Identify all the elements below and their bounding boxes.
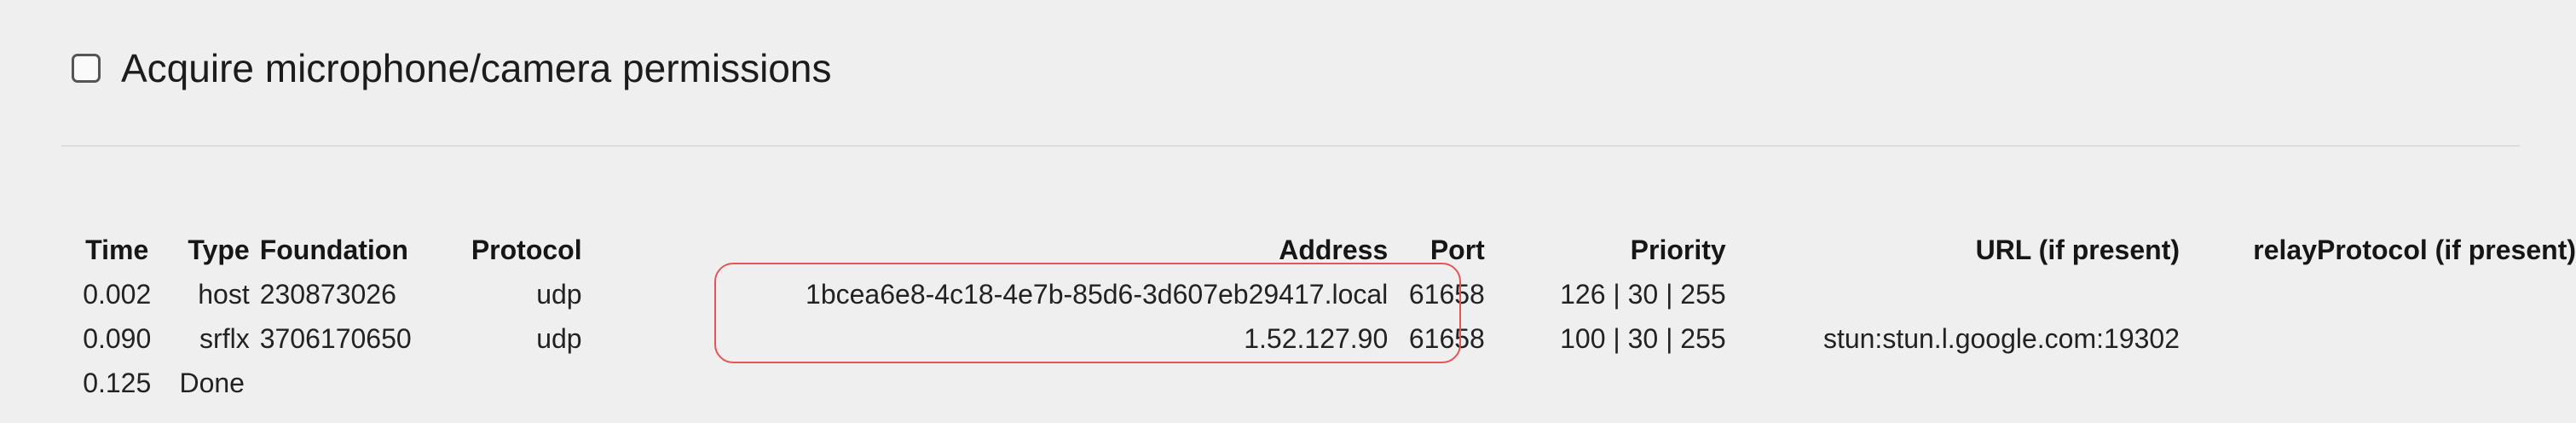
header-url: URL (if present) <box>1975 235 2180 265</box>
cell-time: 0.125 <box>83 368 152 398</box>
table-row: 0.090 srflx 3706170650 udp 1.52.127.90 6… <box>72 316 2576 361</box>
cell-relay-protocol <box>2180 272 2576 316</box>
permissions-label[interactable]: Acquire microphone/camera permissions <box>121 44 831 92</box>
cell-protocol: udp <box>536 323 582 354</box>
cell-port: 61658 <box>1408 323 1485 354</box>
permissions-row[interactable]: Acquire microphone/camera permissions <box>72 44 831 92</box>
cell-foundation: 230873026 <box>259 279 396 310</box>
header-port: Port <box>1430 235 1485 265</box>
header-relay-protocol: relayProtocol (if present) <box>2253 235 2576 265</box>
header-type: Type <box>188 235 250 265</box>
cell-address: 1.52.127.90 <box>1244 323 1389 354</box>
cell-relay-protocol <box>2180 316 2576 361</box>
header-foundation: Foundation <box>259 235 408 265</box>
cell-foundation: 3706170650 <box>259 323 412 354</box>
header-time: Time <box>85 235 149 265</box>
table-header-row: Time Type Foundation Protocol Address Po… <box>72 228 2576 272</box>
table-row: 0.002 host 230873026 udp 1bcea6e8-4c18-4… <box>72 272 2576 316</box>
cell-address: 1bcea6e8-4c18-4e7b-85d6-3d607eb29417.loc… <box>806 279 1389 310</box>
done-status: Done <box>179 368 245 398</box>
section-divider <box>61 145 2520 147</box>
ice-candidates-table: Time Type Foundation Protocol Address Po… <box>72 228 2576 405</box>
cell-time: 0.002 <box>83 279 152 310</box>
cell-type: host <box>198 279 250 310</box>
cell-time: 0.090 <box>83 323 152 354</box>
cell-url <box>1726 272 2180 316</box>
cell-port: 61658 <box>1408 279 1485 310</box>
cell-priority: 100 | 30 | 255 <box>1560 323 1726 354</box>
permissions-checkbox[interactable] <box>72 54 101 83</box>
header-address: Address <box>1279 235 1389 265</box>
cell-type: srflx <box>199 323 250 354</box>
header-priority: Priority <box>1630 235 1726 265</box>
header-protocol: Protocol <box>471 235 582 265</box>
cell-protocol: udp <box>536 279 582 310</box>
table-row-done: 0.125 Done <box>72 361 2576 405</box>
cell-priority: 126 | 30 | 255 <box>1560 279 1726 310</box>
cell-url: stun:stun.l.google.com:19302 <box>1822 323 2180 354</box>
